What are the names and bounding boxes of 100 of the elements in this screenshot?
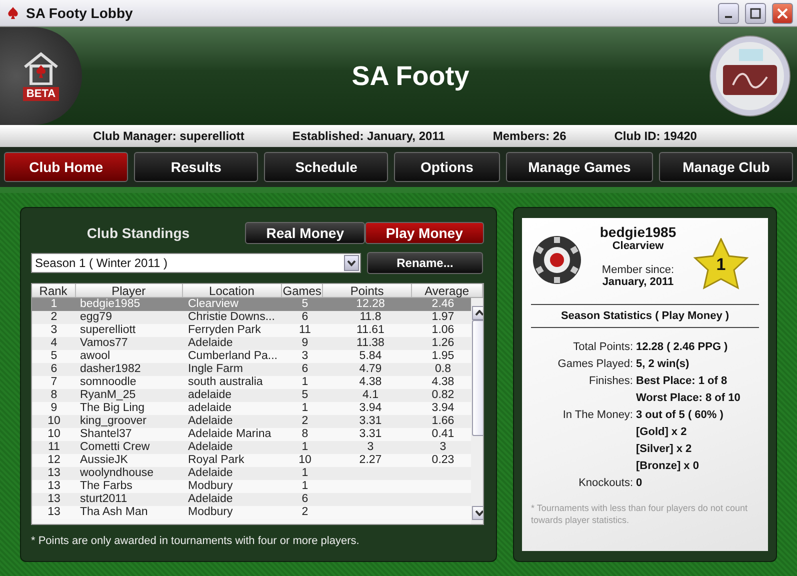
nav-tab[interactable]: Options <box>394 152 500 182</box>
table-cell-text: Vamos77 <box>79 337 129 350</box>
standings-row[interactable]: 8 RyanM_25 adelaide 5 4.1 0.82 <box>32 389 471 402</box>
nav-tab[interactable]: Results <box>134 152 258 182</box>
table-cell-text: Cumberland Pa... <box>187 350 278 363</box>
money-tab[interactable]: Real Money <box>245 222 365 244</box>
season-dropdown[interactable]: Season 1 ( Winter 2011 ) <box>31 253 361 273</box>
club-info: Established: January, 2011 <box>292 129 445 143</box>
table-cell-text: adelaide <box>187 402 232 415</box>
stat-value: 5, 2 win(s) <box>636 357 690 371</box>
table-cell-text: Modbury <box>187 480 234 493</box>
table-cell-text: 13 <box>46 493 62 506</box>
stat-value: 3 out of 5 ( 60% ) <box>636 408 724 422</box>
table-cell-text: 4.79 <box>358 363 383 376</box>
table-cell-text: RyanM_25 <box>79 389 137 402</box>
standings-row[interactable]: 13 sturt2011 Adelaide 6 <box>32 493 471 506</box>
club-title: SA Footy <box>350 60 470 92</box>
table-cell-text: 1 <box>300 376 310 389</box>
table-cell-text: Adelaide <box>187 467 234 480</box>
nav-tab[interactable]: Manage Games <box>506 152 654 182</box>
table-cell-text: 1.06 <box>430 324 456 337</box>
rank-number: 1 <box>715 255 727 275</box>
table-cell-text: 4.38 <box>358 376 383 389</box>
standings-row[interactable]: 6 dasher1982 Ingle Farm 6 4.79 0.8 <box>32 363 471 376</box>
stat-value: Best Place: 1 of 8 <box>636 374 728 388</box>
standings-footnote: * Points are only awarded in tournaments with four or more players. <box>31 535 360 547</box>
table-cell-text: Adelaide <box>187 337 234 350</box>
column-header[interactable]: Games <box>282 284 324 297</box>
table-cell-text: 11 <box>298 324 312 337</box>
table-cell-text: 6 <box>300 493 310 506</box>
table-cell-text: AussieJK <box>79 454 129 467</box>
table-cell-text: 10 <box>46 415 62 428</box>
table-cell-text: 2 <box>50 311 58 324</box>
beta-badge: BETA <box>23 87 59 101</box>
table-cell-text: 11 <box>47 441 61 454</box>
table-cell-text: 3.31 <box>358 415 383 428</box>
table-cell-text: 1.97 <box>430 311 456 324</box>
table-cell-text: awool <box>79 350 112 363</box>
rename-button[interactable]: Rename... <box>367 252 483 274</box>
table-cell-text: Modbury <box>187 506 234 519</box>
table-cell-text: 5 <box>300 389 310 402</box>
stat-label: In The Money: <box>562 408 633 423</box>
table-cell-text: Adelaide Marina <box>187 428 272 441</box>
table-cell-text: 4.1 <box>362 389 380 402</box>
window-title: SA Footy Lobby <box>26 5 134 21</box>
table-cell-text: 8 <box>50 389 58 402</box>
table-cell-text: 12 <box>46 454 62 467</box>
column-header[interactable]: Location <box>182 284 282 297</box>
table-cell-text: Ingle Farm <box>187 363 244 376</box>
stat-value: [Silver] x 2 <box>636 442 693 456</box>
stat-label: Finishes: <box>588 374 633 389</box>
table-cell-text: adelaide <box>187 389 232 402</box>
table-cell-text: 3 <box>50 324 58 337</box>
standings-row[interactable]: 4 Vamos77 Adelaide 9 11.38 1.26 <box>32 337 471 350</box>
standings-row[interactable]: 13 woolyndhouse Adelaide 1 <box>32 467 471 480</box>
table-cell-text: 0.23 <box>430 454 456 467</box>
standings-row[interactable]: 2 egg79 Christie Downs... 6 11.8 1.97 <box>32 311 471 324</box>
column-header[interactable]: Average <box>412 284 483 297</box>
table-cell-text: 3 <box>366 441 375 454</box>
table-cell-text: 2 <box>300 506 310 519</box>
table-cell-text: superelliott <box>79 324 137 337</box>
money-tab[interactable]: Play Money <box>364 222 484 244</box>
standings-row[interactable]: 10 king_groover Adelaide 2 3.31 1.66 <box>32 415 471 428</box>
stat-value: 12.28 ( 2.46 PPG ) <box>636 340 729 354</box>
column-header[interactable]: Rank <box>32 284 76 297</box>
stat-label: Knockouts: <box>578 476 633 490</box>
nav-tab[interactable]: Club Home <box>4 152 128 182</box>
standings-title: Club Standings <box>86 225 191 241</box>
table-cell-text: 1 <box>50 298 58 311</box>
table-cell-text: somnoodle <box>79 376 138 389</box>
club-info: Members: 26 <box>492 129 566 143</box>
table-cell-text: egg79 <box>79 311 113 324</box>
table-cell-text: 1.95 <box>430 350 456 363</box>
table-cell-text: Ferryden Park <box>187 324 262 337</box>
table-cell-text: The Big Ling <box>79 402 146 415</box>
table-cell-text: south australia <box>187 376 264 389</box>
table-cell-text: Tha Ash Man <box>79 506 149 519</box>
table-cell-text: 7 <box>50 376 58 389</box>
stat-label: Games Played: <box>556 357 633 371</box>
table-cell-text: bedgie1985 <box>79 298 142 311</box>
table-cell-text: Christie Downs... <box>187 311 276 324</box>
stats-footnote: * Tournaments with less than four players do not count towards player statistics. <box>531 502 748 526</box>
club-info: Club ID: 19420 <box>614 129 697 143</box>
standings-row[interactable]: 11 Cometti Crew Adelaide 1 3 3 <box>32 441 471 454</box>
table-cell-text: 9 <box>50 402 58 415</box>
table-cell-text: 11.8 <box>358 311 382 324</box>
column-header[interactable]: Player <box>76 284 183 297</box>
table-cell-text: 1 <box>300 441 310 454</box>
column-header[interactable]: Points <box>323 284 412 297</box>
table-cell-text: 1.66 <box>430 415 456 428</box>
table-cell-text: 9 <box>300 337 310 350</box>
nav-tab[interactable]: Manage Club <box>659 152 793 182</box>
table-cell-text: 1 <box>300 402 310 415</box>
nav-tab[interactable]: Schedule <box>264 152 388 182</box>
table-cell-text: 6 <box>50 363 58 376</box>
table-cell-text: dasher1982 <box>79 363 142 376</box>
table-cell-text: 13 <box>46 467 62 480</box>
table-cell-text: 6 <box>300 311 310 324</box>
table-cell-text: woolyndhouse <box>79 467 155 480</box>
table-cell-text: 0.41 <box>430 428 456 441</box>
